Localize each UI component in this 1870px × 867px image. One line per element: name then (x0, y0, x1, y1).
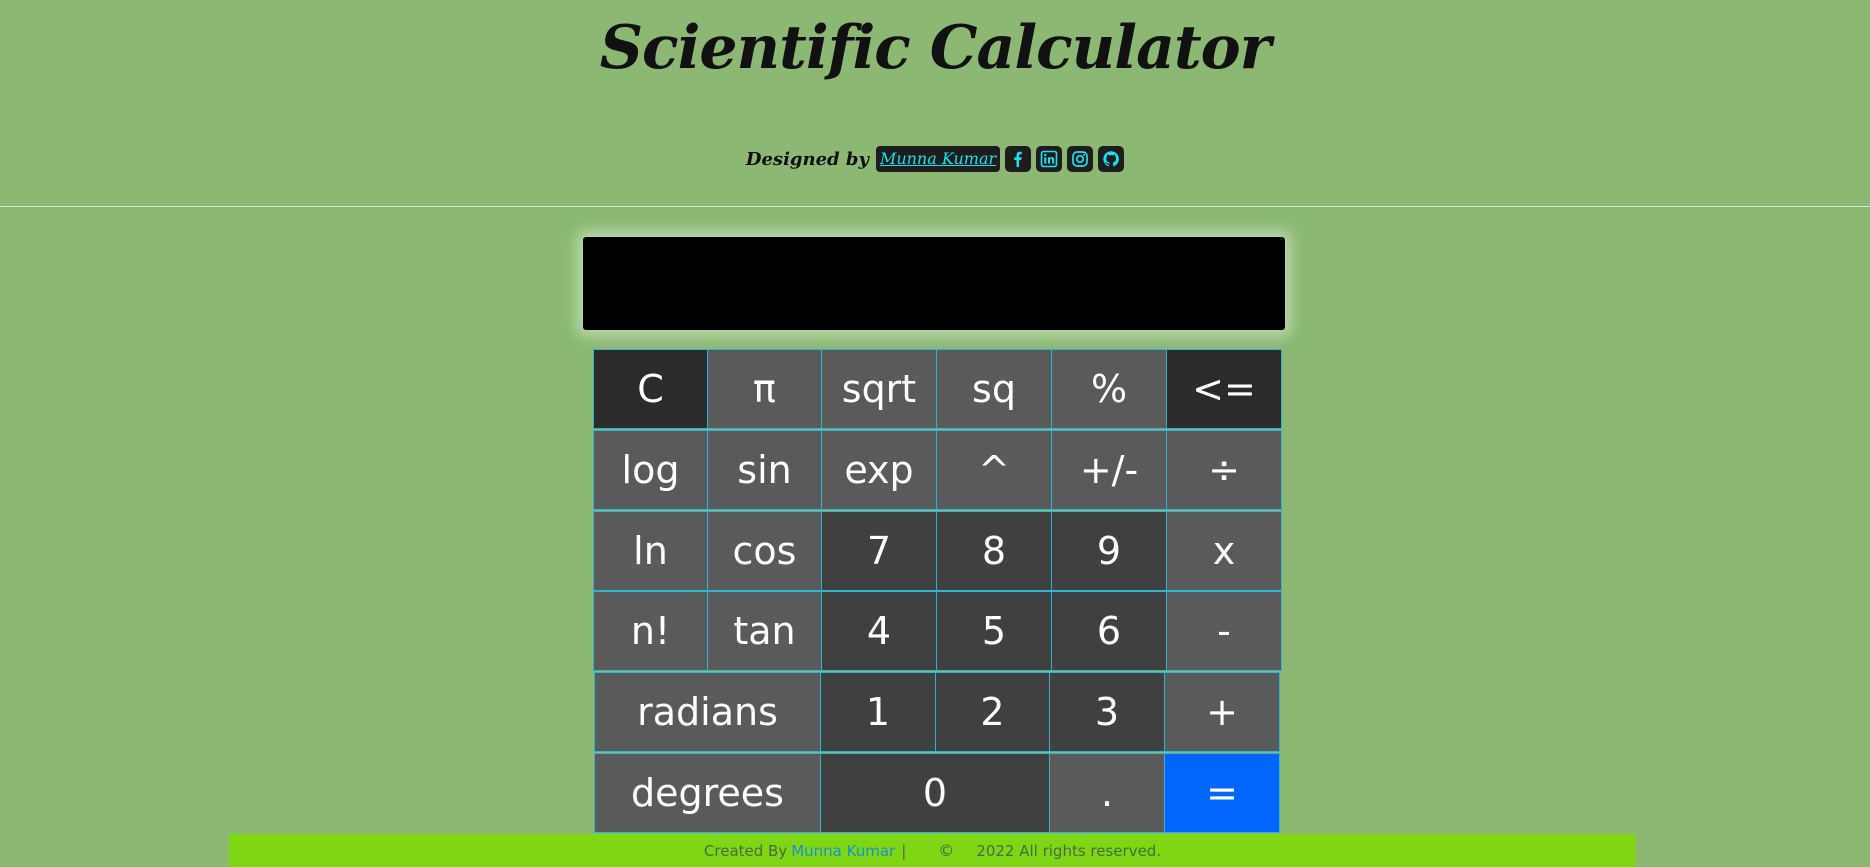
calculator-page: Scientific Calculator Designed by Munna … (0, 0, 1870, 867)
tan-button[interactable]: tan (707, 591, 822, 671)
header-divider (0, 206, 1870, 207)
footer-created-by: Created By (703, 841, 788, 860)
designed-by-row: Designed by Munna Kumar (0, 146, 1870, 172)
footer-separator: | (901, 841, 907, 860)
backspace-button[interactable]: <= (1166, 349, 1282, 429)
exp-button[interactable]: exp (821, 430, 937, 510)
radians-button[interactable]: radians (594, 672, 821, 752)
calculator-display (583, 237, 1285, 330)
digit-1-button[interactable]: 1 (820, 672, 936, 752)
negate-button[interactable]: +/- (1051, 430, 1167, 510)
digit-5-button[interactable]: 5 (936, 591, 1052, 671)
facebook-icon[interactable] (1005, 146, 1032, 172)
square-button[interactable]: sq (936, 349, 1052, 429)
digit-6-button[interactable]: 6 (1051, 591, 1167, 671)
digit-8-button[interactable]: 8 (936, 511, 1052, 591)
log-button[interactable]: log (593, 430, 708, 510)
github-icon[interactable] (1098, 146, 1125, 172)
divide-button[interactable]: ÷ (1166, 430, 1282, 510)
designed-by-label: Designed by (745, 148, 869, 170)
sin-button[interactable]: sin (707, 430, 822, 510)
percent-button[interactable]: % (1051, 349, 1167, 429)
equals-button[interactable]: = (1164, 753, 1280, 833)
clear-button[interactable]: C (593, 349, 708, 429)
footer-rights: 2022 All rights reserved. (976, 841, 1162, 860)
instagram-icon[interactable] (1067, 146, 1094, 172)
plus-button[interactable]: + (1164, 672, 1280, 752)
multiply-button[interactable]: x (1166, 511, 1282, 591)
degrees-button[interactable]: degrees (594, 753, 821, 833)
pi-button[interactable]: π (707, 349, 822, 429)
digit-2-button[interactable]: 2 (935, 672, 1050, 752)
digit-7-button[interactable]: 7 (821, 511, 937, 591)
linkedin-icon[interactable] (1036, 146, 1063, 172)
author-link[interactable]: Munna Kumar (875, 146, 1001, 172)
cos-button[interactable]: cos (707, 511, 822, 591)
footer: Created By Munna Kumar | © 2022 All righ… (229, 834, 1636, 867)
footer-author-link[interactable]: Munna Kumar (791, 842, 895, 860)
digit-9-button[interactable]: 9 (1051, 511, 1167, 591)
minus-button[interactable]: - (1166, 591, 1282, 671)
factorial-button[interactable]: n! (593, 591, 708, 671)
power-button[interactable]: ^ (936, 430, 1052, 510)
digit-4-button[interactable]: 4 (821, 591, 937, 671)
copyright-icon: © (938, 841, 955, 860)
sqrt-button[interactable]: sqrt (821, 349, 937, 429)
ln-button[interactable]: ln (593, 511, 708, 591)
page-title: Scientific Calculator (599, 13, 1272, 83)
digit-3-button[interactable]: 3 (1049, 672, 1165, 752)
decimal-button[interactable]: . (1049, 753, 1165, 833)
digit-0-button[interactable]: 0 (820, 753, 1050, 833)
